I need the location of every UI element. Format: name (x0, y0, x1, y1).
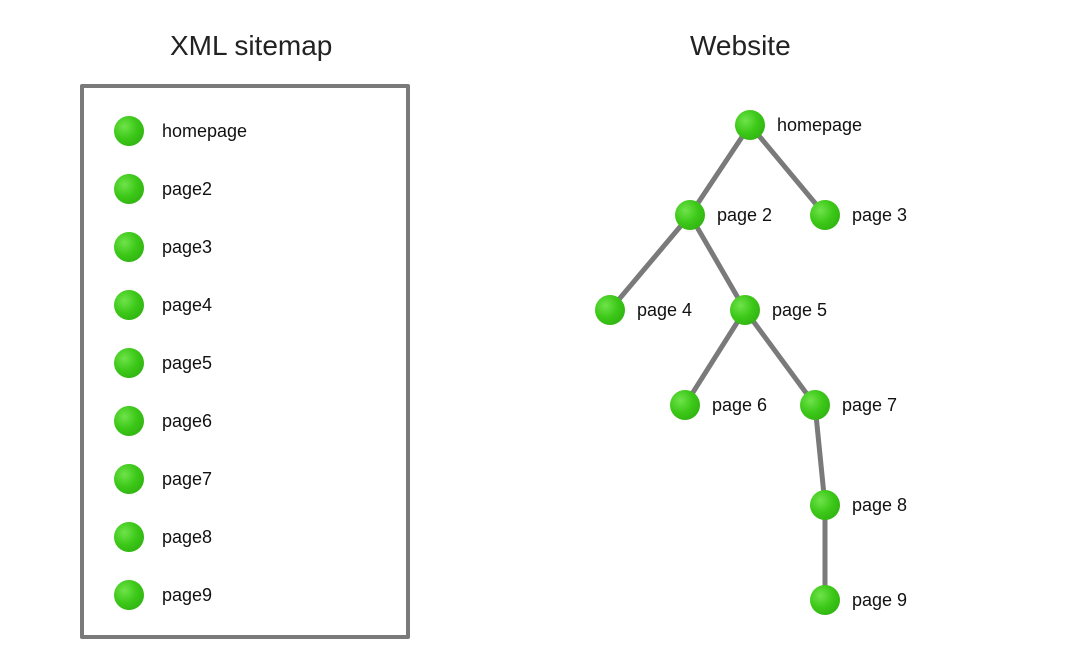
node-dot-icon (670, 390, 700, 420)
tree-node-homepage: homepage (735, 110, 862, 140)
node-dot-icon (735, 110, 765, 140)
node-dot-icon (114, 290, 144, 320)
sitemap-item: page4 (114, 290, 212, 320)
node-dot-icon (114, 232, 144, 262)
tree-node-page9: page 9 (810, 585, 907, 615)
sitemap-item: page9 (114, 580, 212, 610)
sitemap-item-label: page9 (162, 585, 212, 606)
sitemap-item: page7 (114, 464, 212, 494)
node-dot-icon (114, 522, 144, 552)
node-dot-icon (730, 295, 760, 325)
tree-node-label: page 6 (712, 395, 767, 416)
tree-node-page5: page 5 (730, 295, 827, 325)
sitemap-item: page5 (114, 348, 212, 378)
sitemap-container: homepage page2 page3 page4 page5 page6 p… (80, 84, 410, 639)
heading-website: Website (690, 30, 791, 62)
sitemap-item: page2 (114, 174, 212, 204)
node-dot-icon (595, 295, 625, 325)
tree-edges (500, 90, 1060, 660)
tree-node-label: page 5 (772, 300, 827, 321)
tree-node-page2: page 2 (675, 200, 772, 230)
sitemap-item-label: page4 (162, 295, 212, 316)
heading-xml-sitemap: XML sitemap (170, 30, 332, 62)
node-dot-icon (810, 585, 840, 615)
node-dot-icon (114, 348, 144, 378)
node-dot-icon (114, 580, 144, 610)
tree-node-label: page 9 (852, 590, 907, 611)
sitemap-item-label: page5 (162, 353, 212, 374)
sitemap-item-label: page7 (162, 469, 212, 490)
tree-node-page6: page 6 (670, 390, 767, 420)
node-dot-icon (675, 200, 705, 230)
sitemap-item: page3 (114, 232, 212, 262)
tree-node-label: page 2 (717, 205, 772, 226)
tree-node-page7: page 7 (800, 390, 897, 420)
tree-node-page8: page 8 (810, 490, 907, 520)
sitemap-item-label: page3 (162, 237, 212, 258)
node-dot-icon (114, 116, 144, 146)
tree-node-label: page 7 (842, 395, 897, 416)
tree-node-page4: page 4 (595, 295, 692, 325)
tree-node-label: page 3 (852, 205, 907, 226)
sitemap-item: page8 (114, 522, 212, 552)
sitemap-item-label: homepage (162, 121, 247, 142)
sitemap-item-label: page6 (162, 411, 212, 432)
node-dot-icon (810, 490, 840, 520)
tree-node-page3: page 3 (810, 200, 907, 230)
website-tree: homepage page 2 page 3 page 4 page 5 pag… (500, 90, 1060, 650)
node-dot-icon (114, 464, 144, 494)
sitemap-item: homepage (114, 116, 247, 146)
sitemap-item: page6 (114, 406, 212, 436)
node-dot-icon (114, 174, 144, 204)
node-dot-icon (800, 390, 830, 420)
tree-node-label: homepage (777, 115, 862, 136)
sitemap-item-label: page2 (162, 179, 212, 200)
node-dot-icon (114, 406, 144, 436)
tree-node-label: page 8 (852, 495, 907, 516)
sitemap-item-label: page8 (162, 527, 212, 548)
tree-node-label: page 4 (637, 300, 692, 321)
node-dot-icon (810, 200, 840, 230)
